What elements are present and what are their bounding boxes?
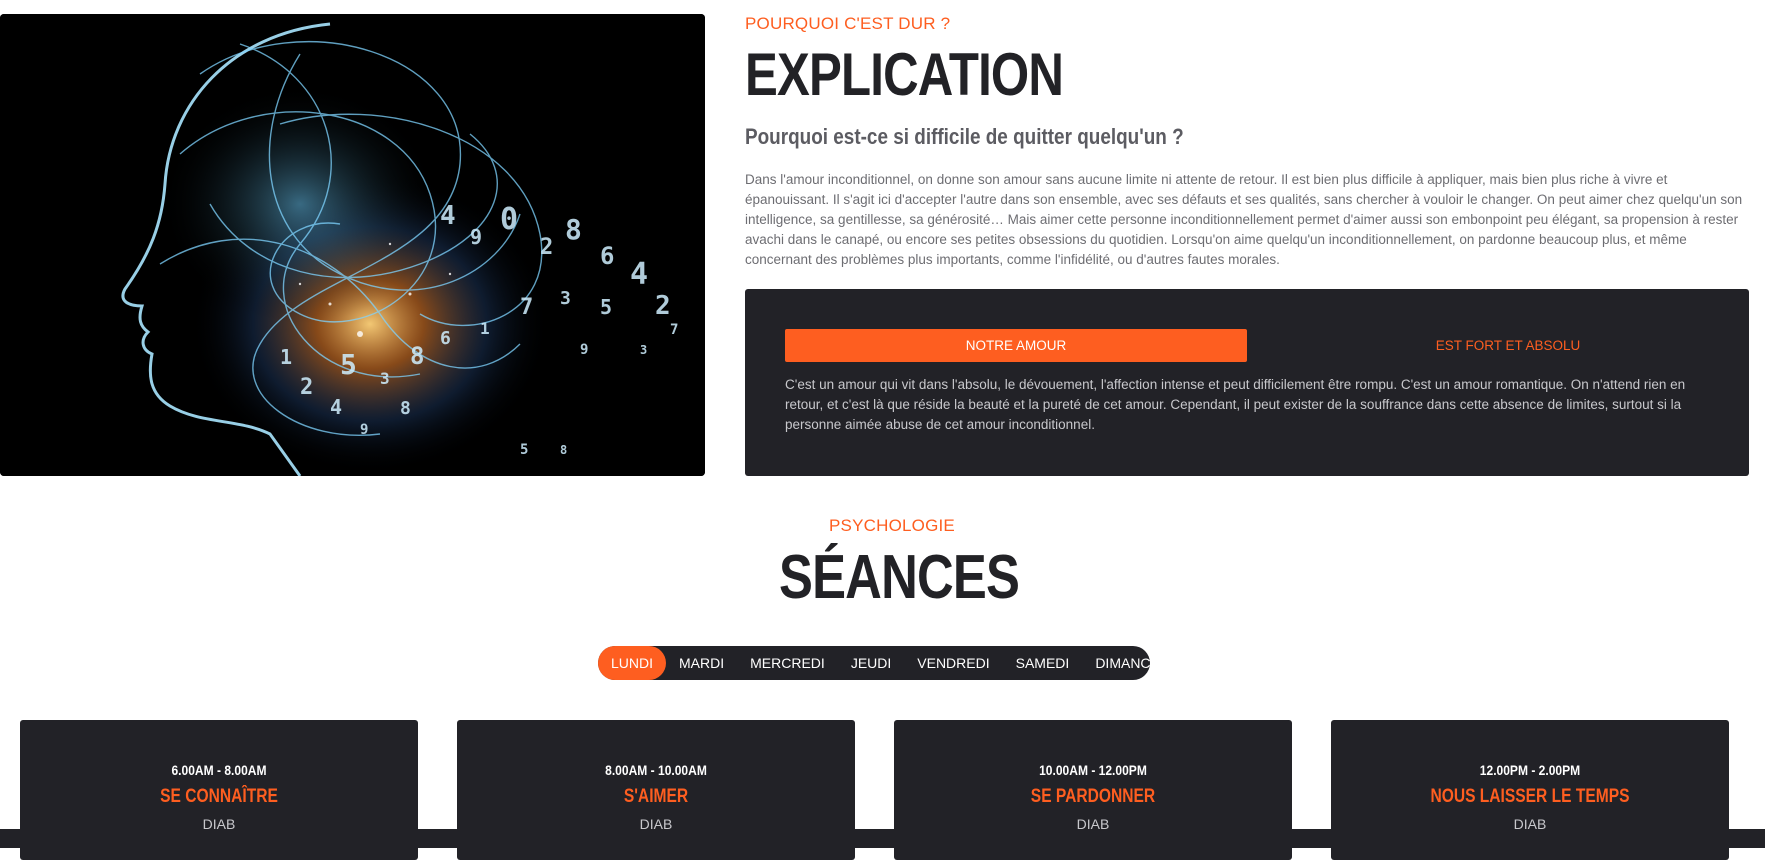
svg-text:2: 2 xyxy=(655,291,671,321)
session-name: SE CONNAÎTRE xyxy=(160,786,278,807)
svg-text:2: 2 xyxy=(540,235,553,260)
svg-text:7: 7 xyxy=(520,295,533,320)
session-time: 6.00AM - 8.00AM xyxy=(171,762,267,778)
svg-text:6: 6 xyxy=(600,242,614,270)
svg-text:4: 4 xyxy=(630,257,648,292)
day-selector: LUNDI MARDI MERCREDI JEUDI VENDREDI SAME… xyxy=(598,646,1170,680)
session-card[interactable]: 6.00AM - 8.00AM SE CONNAÎTRE DIAB xyxy=(20,720,418,860)
svg-text:3: 3 xyxy=(640,343,647,357)
svg-text:0: 0 xyxy=(500,202,518,237)
day-tab-vendredi[interactable]: VENDREDI xyxy=(904,646,1002,680)
session-card[interactable]: 12.00PM - 2.00PM NOUS LAISSER LE TEMPS D… xyxy=(1331,720,1729,860)
svg-text:8: 8 xyxy=(565,213,582,246)
svg-text:5: 5 xyxy=(600,295,612,319)
explication-title: EXPLICATION xyxy=(745,41,1064,108)
svg-text:9: 9 xyxy=(580,342,588,358)
day-tab-samedi[interactable]: SAMEDI xyxy=(1003,646,1083,680)
day-tab-jeudi[interactable]: JEUDI xyxy=(838,646,904,680)
svg-text:1: 1 xyxy=(480,319,490,338)
seances-kicker: PSYCHOLOGIE xyxy=(829,516,955,535)
session-time: 10.00AM - 12.00PM xyxy=(1039,762,1147,778)
explication-subtitle: Pourquoi est-ce si difficile de quitter … xyxy=(745,124,1184,149)
svg-text:4: 4 xyxy=(440,201,456,231)
svg-text:1: 1 xyxy=(280,345,292,369)
tabs-panel: NOTRE AMOUR EST FORT ET ABSOLU C'est un … xyxy=(745,289,1749,476)
tab-notre-amour[interactable]: NOTRE AMOUR xyxy=(785,329,1247,362)
svg-text:3: 3 xyxy=(380,369,390,388)
tab-est-fort-et-absolu[interactable]: EST FORT ET ABSOLU xyxy=(1277,329,1739,362)
svg-text:3: 3 xyxy=(560,288,571,309)
session-name: NOUS LAISSER LE TEMPS xyxy=(1430,786,1630,807)
hero-image: 4 9 0 2 8 6 4 2 5 3 7 1 6 8 3 5 2 4 9 5 … xyxy=(0,14,705,476)
session-name: S'AIMER xyxy=(623,786,689,807)
day-tab-dimanche[interactable]: DIMANCHE xyxy=(1082,646,1183,680)
session-time: 12.00PM - 2.00PM xyxy=(1479,762,1581,778)
day-tab-mercredi[interactable]: MERCREDI xyxy=(737,646,838,680)
svg-text:9: 9 xyxy=(360,422,368,438)
day-tab-lundi[interactable]: LUNDI xyxy=(598,646,667,680)
session-card[interactable]: 8.00AM - 10.00AM S'AIMER DIAB xyxy=(457,720,855,860)
svg-text:5: 5 xyxy=(340,348,357,381)
svg-text:8: 8 xyxy=(560,443,567,457)
explication-kicker: POURQUOI C'EST DUR ? xyxy=(745,14,951,33)
session-card[interactable]: 10.00AM - 12.00PM SE PARDONNER DIAB xyxy=(894,720,1292,860)
tab-content-text: C'est un amour qui vit dans l'absolu, le… xyxy=(785,377,1686,432)
session-host: DIAB xyxy=(1076,816,1110,832)
explication-paragraph: Dans l'amour inconditionnel, on donne so… xyxy=(745,172,1743,267)
svg-text:2: 2 xyxy=(300,375,313,400)
session-host: DIAB xyxy=(202,816,236,832)
session-host: DIAB xyxy=(1513,816,1547,832)
svg-text:8: 8 xyxy=(410,342,424,370)
svg-text:5: 5 xyxy=(520,442,528,458)
svg-text:6: 6 xyxy=(440,328,451,349)
svg-text:4: 4 xyxy=(330,395,342,419)
day-tab-mardi[interactable]: MARDI xyxy=(666,646,737,680)
svg-text:9: 9 xyxy=(470,225,482,249)
session-host: DIAB xyxy=(639,816,673,832)
session-name: SE PARDONNER xyxy=(1030,786,1156,807)
seances-title: SÉANCES xyxy=(779,543,1020,612)
svg-text:8: 8 xyxy=(400,398,411,419)
svg-text:7: 7 xyxy=(670,322,678,338)
session-time: 8.00AM - 10.00AM xyxy=(605,762,707,778)
